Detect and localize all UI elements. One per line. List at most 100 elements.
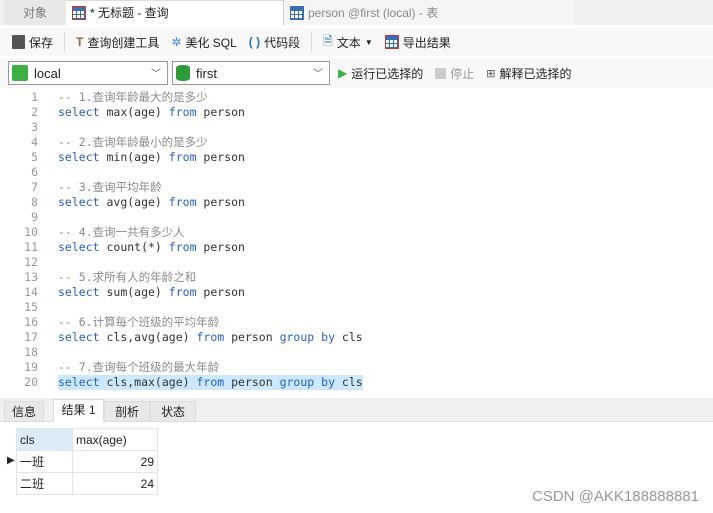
divider — [311, 32, 313, 52]
hammer-icon: T — [76, 35, 84, 49]
code-line[interactable]: 20 select cls,max(age) from person group … — [8, 375, 713, 390]
play-icon: ▶ — [338, 66, 348, 80]
code-line[interactable]: 16 -- 6.计算每个班级的平均年龄 — [8, 315, 713, 330]
export-icon — [384, 35, 399, 49]
divider — [64, 32, 66, 52]
current-row-indicator-icon: ▶ — [7, 455, 15, 466]
code-text: -- 7.查询每个班级的最大年龄 — [58, 360, 220, 374]
toolbar: 保存 T 查询创建工具 ✲ 美化 SQL ( ) 代码段 🗎 文本 ▼ 导出结果 — [0, 28, 713, 56]
code-line[interactable]: 8 select avg(age) from person — [8, 195, 713, 210]
sql-editor[interactable]: 1 -- 1.查询年龄最大的是多少 2 select max(age) from pe… — [8, 90, 713, 395]
tab-bar: 对象 * 无标题 - 查询 person @first (local) - 表 — [0, 0, 713, 25]
code-line[interactable]: 2 select max(age) from person — [8, 105, 713, 120]
save-icon — [12, 35, 25, 49]
code-text: select min(age) from person — [58, 150, 245, 164]
column-header-cls[interactable]: cls — [16, 428, 73, 451]
stop-button[interactable]: 停止 — [431, 61, 478, 85]
tab-status[interactable]: 状态 — [150, 401, 196, 422]
code-line[interactable]: 5 select min(age) from person — [8, 150, 713, 165]
document-icon: 🗎 — [323, 33, 333, 48]
tab-objects[interactable]: 对象 — [4, 0, 66, 25]
parentheses-icon: ( ) — [248, 35, 261, 49]
line-number: 14 — [24, 285, 38, 299]
code-line[interactable]: 18 — [8, 345, 713, 360]
code-line[interactable]: 14 select sum(age) from person — [8, 285, 713, 300]
code-text: -- 6.计算每个班级的平均年龄 — [58, 315, 220, 329]
snippet-button[interactable]: ( ) 代码段 — [245, 30, 304, 54]
watermark: CSDN @AKK188888881 — [532, 488, 699, 505]
run-selected-button[interactable]: ▶ 运行已选择的 — [334, 61, 427, 85]
code-text: -- 2.查询年龄最小的是多少 — [58, 135, 208, 149]
line-number: 3 — [31, 120, 38, 134]
beautify-sql-button[interactable]: ✲ 美化 SQL — [167, 30, 240, 54]
line-number: 7 — [31, 180, 38, 194]
caret-down-icon: ▼ — [364, 37, 373, 47]
query-table-icon — [72, 6, 86, 20]
result-table: cls max(age) 一班 29 二班 24 — [16, 428, 158, 495]
line-number: 5 — [31, 150, 38, 164]
explain-icon: ⊞ — [486, 67, 496, 80]
column-header-max-age[interactable]: max(age) — [72, 428, 158, 451]
tab-info[interactable]: 信息 — [4, 401, 44, 422]
table-row[interactable]: 一班 29 — [16, 450, 158, 473]
line-number: 17 — [24, 330, 38, 344]
code-line[interactable]: 13 -- 5.求所有人的年龄之和 — [8, 270, 713, 285]
table-row[interactable]: 二班 24 — [16, 472, 158, 495]
code-text: select avg(age) from person — [58, 195, 245, 209]
cell-max-age[interactable]: 29 — [72, 450, 158, 473]
tab-result-1[interactable]: 结果 1 — [53, 399, 104, 422]
code-line[interactable]: 7 -- 3.查询平均年龄 — [8, 180, 713, 195]
line-number: 15 — [24, 300, 38, 314]
stop-icon — [435, 67, 447, 79]
text-mode-dropdown[interactable]: 🗎 文本 ▼ — [319, 30, 377, 54]
code-line[interactable]: 6 — [8, 165, 713, 180]
result-tabs: 信息 结果 1 剖析 状态 — [0, 398, 713, 422]
line-number: 4 — [31, 135, 38, 149]
header-row: cls max(age) — [16, 428, 158, 451]
code-line[interactable]: 15 — [8, 300, 713, 315]
line-number: 1 — [31, 90, 38, 104]
export-results-button[interactable]: 导出结果 — [381, 30, 455, 54]
code-text: select cls,max(age) from person group by… — [58, 375, 363, 390]
code-line[interactable]: 11 select count(*) from person — [8, 240, 713, 255]
line-number: 12 — [24, 255, 38, 269]
code-line[interactable]: 17 select cls,avg(age) from person group … — [8, 330, 713, 345]
connection-bar: local ﹀ first ﹀ ▶ 运行已选择的 停止 ⊞ 解释已选择的 — [0, 58, 713, 88]
code-line[interactable]: 12 — [8, 255, 713, 270]
line-number: 18 — [24, 345, 38, 359]
code-text: -- 5.求所有人的年龄之和 — [58, 270, 197, 284]
line-number: 6 — [31, 165, 38, 179]
code-text: -- 3.查询平均年龄 — [58, 180, 162, 194]
line-number: 10 — [24, 225, 38, 239]
line-number: 2 — [31, 105, 38, 119]
save-button[interactable]: 保存 — [8, 30, 57, 54]
code-line[interactable]: 10 -- 4.查询一共有多少人 — [8, 225, 713, 240]
tab-query[interactable]: * 无标题 - 查询 — [66, 0, 283, 25]
code-line[interactable]: 4 -- 2.查询年龄最小的是多少 — [8, 135, 713, 150]
mysql-dolphin-icon — [12, 65, 28, 81]
code-text: -- 4.查询一共有多少人 — [58, 225, 185, 239]
code-line[interactable]: 1 -- 1.查询年龄最大的是多少 — [8, 90, 713, 105]
query-builder-button[interactable]: T 查询创建工具 — [72, 30, 163, 54]
connection-select[interactable]: local ﹀ — [8, 61, 168, 85]
tab-person-table[interactable]: person @first (local) - 表 — [283, 0, 575, 25]
line-number: 16 — [24, 315, 38, 329]
magic-wand-icon: ✲ — [171, 35, 182, 49]
line-number: 8 — [31, 195, 38, 209]
explain-selected-button[interactable]: ⊞ 解释已选择的 — [482, 61, 575, 85]
cell-max-age[interactable]: 24 — [72, 472, 158, 495]
code-line[interactable]: 3 — [8, 120, 713, 135]
tab-profile[interactable]: 剖析 — [104, 401, 150, 422]
code-line[interactable]: 9 — [8, 210, 713, 225]
database-select[interactable]: first ﹀ — [172, 61, 330, 85]
chevron-down-icon: ﹀ — [151, 69, 161, 80]
cell-cls[interactable]: 二班 — [16, 472, 73, 495]
code-line[interactable]: 19 -- 7.查询每个班级的最大年龄 — [8, 360, 713, 375]
database-icon — [176, 65, 190, 81]
code-text: select cls,avg(age) from person group by… — [58, 330, 363, 344]
code-text: select count(*) from person — [58, 240, 245, 254]
code-text: -- 1.查询年龄最大的是多少 — [58, 90, 208, 104]
cell-cls[interactable]: 一班 — [16, 450, 73, 473]
table-icon — [290, 5, 304, 20]
line-number: 11 — [24, 240, 38, 254]
